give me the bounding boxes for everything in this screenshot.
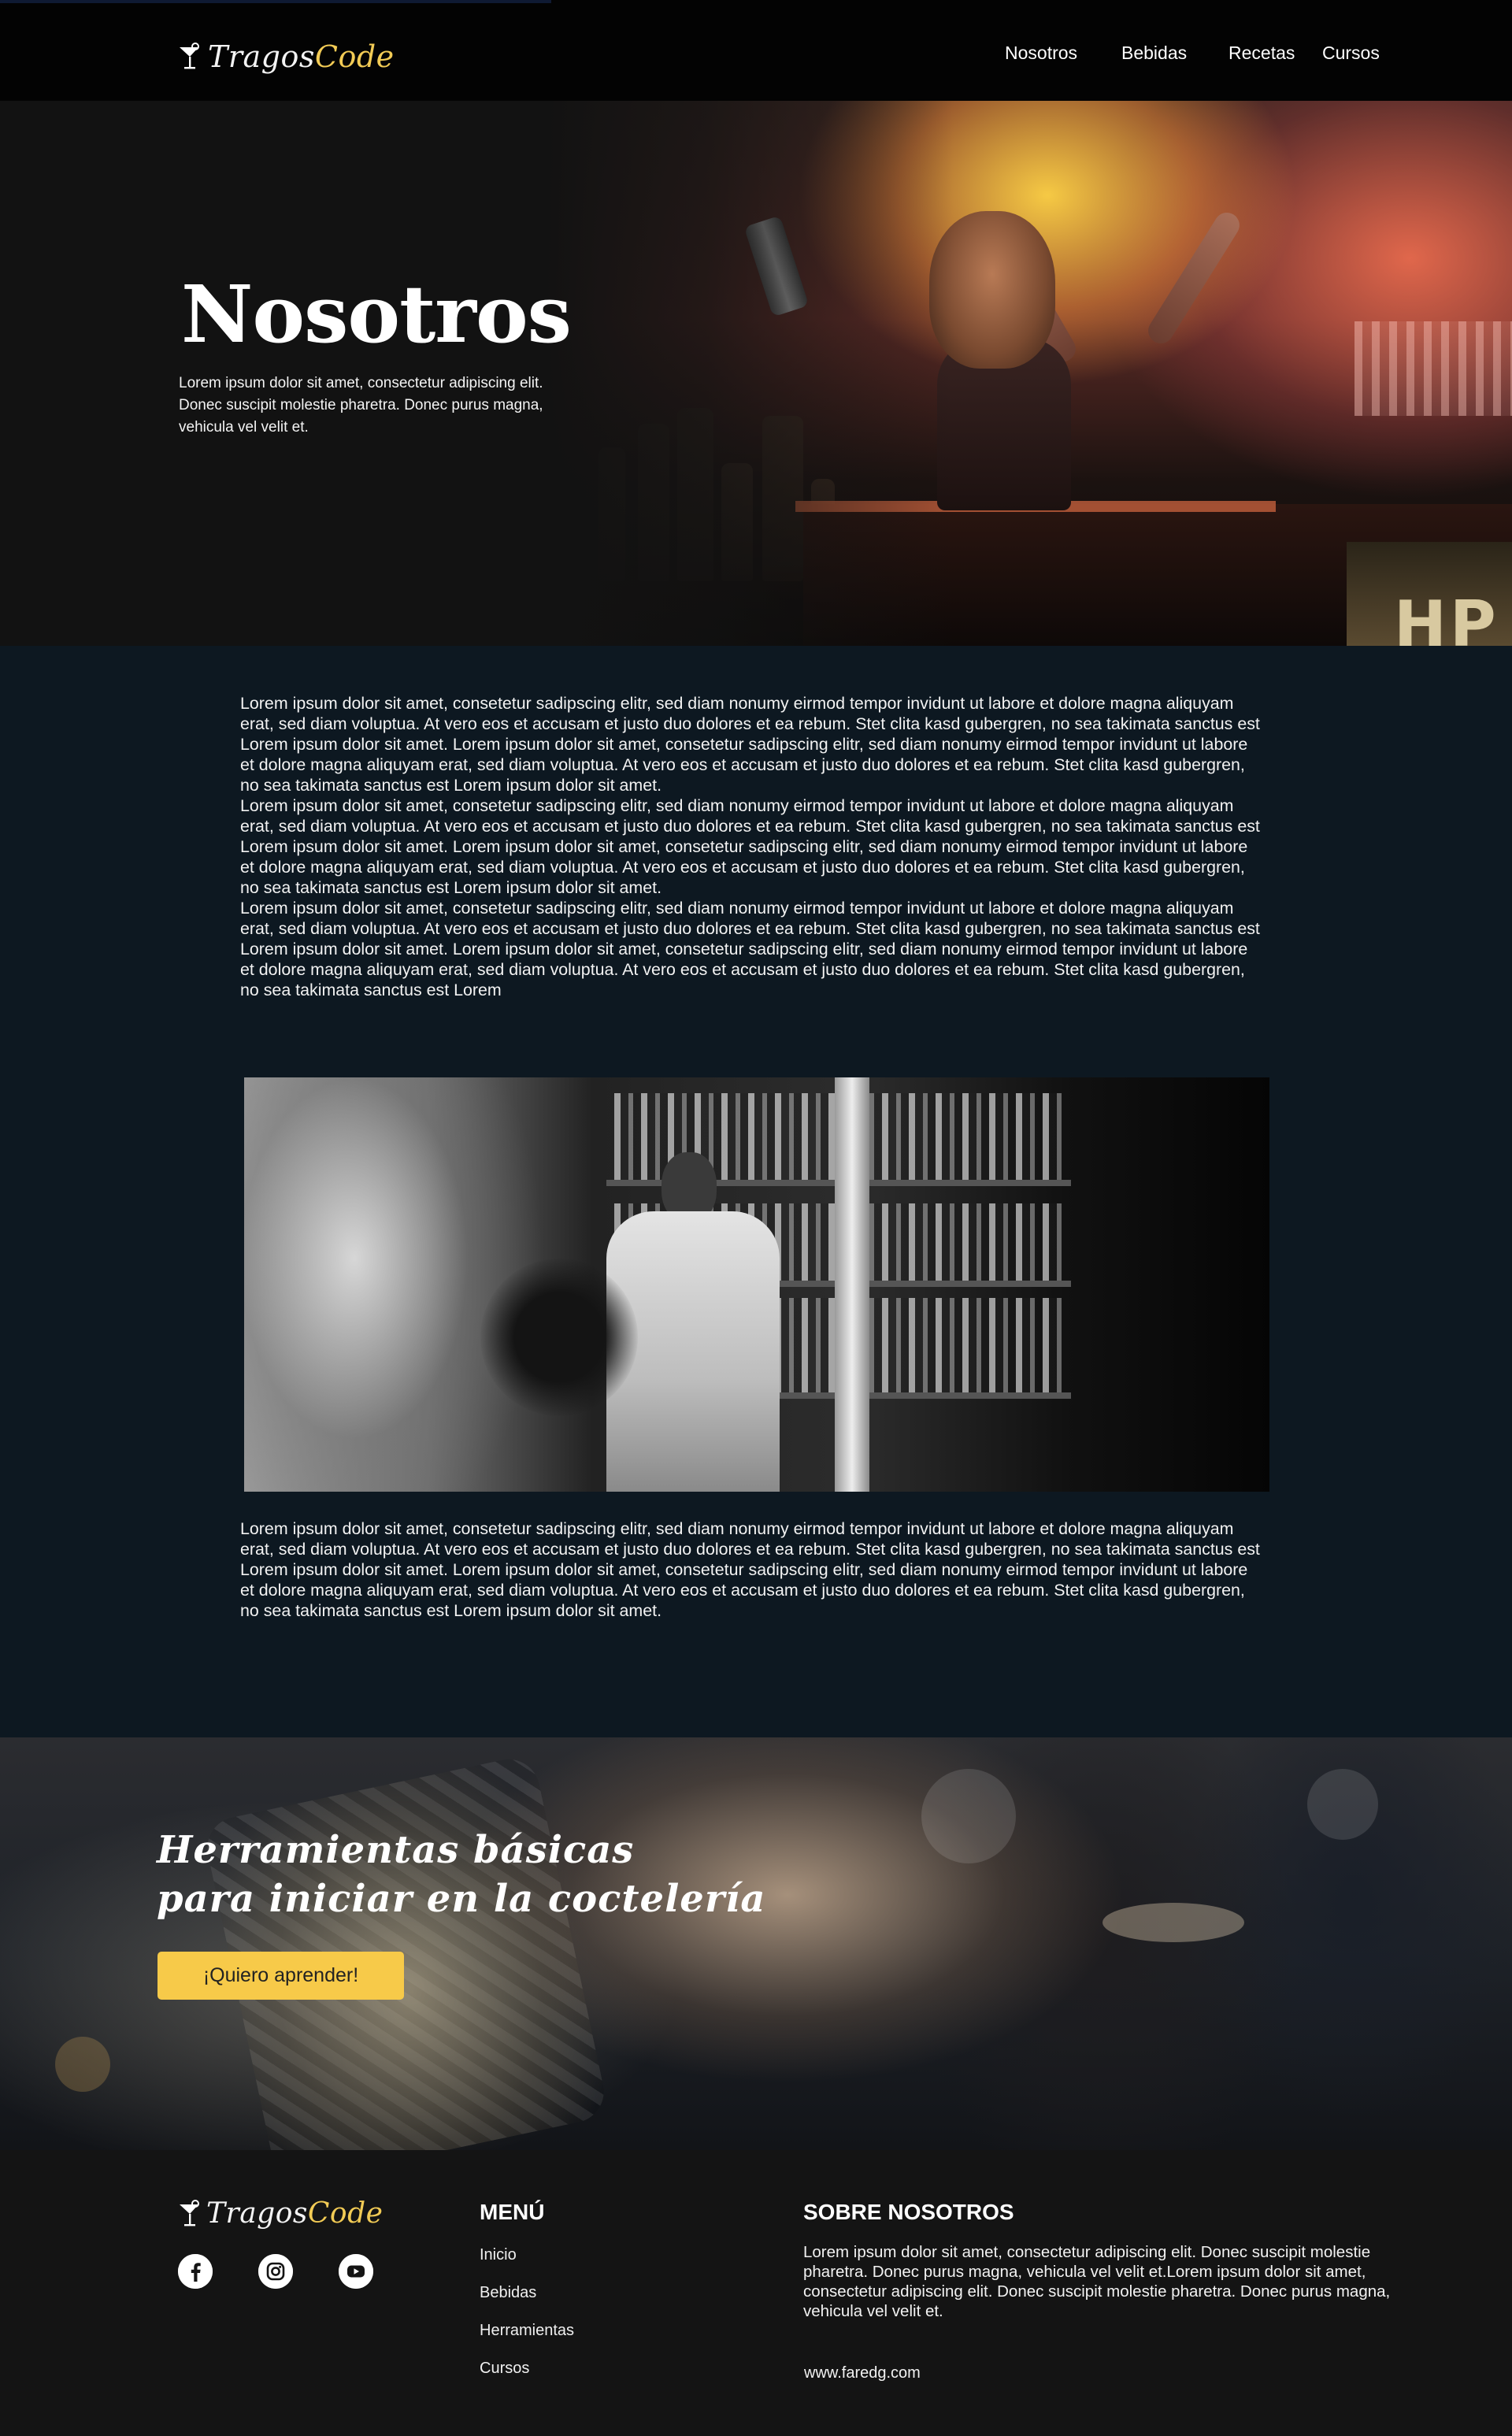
hero-neon-sign: HP xyxy=(1347,542,1512,646)
nav-link-cursos[interactable]: Cursos xyxy=(1322,43,1380,64)
nav-link-nosotros[interactable]: Nosotros xyxy=(1005,43,1077,64)
photo-pillar xyxy=(835,1077,869,1492)
footer-brand-name-part1: Tragos xyxy=(206,2197,308,2230)
tools-cta-section: Herramientas básicas para iniciar en la … xyxy=(0,1737,1512,2150)
hero-section: HP Nosotros Lorem ipsum dolor sit amet, … xyxy=(0,101,1512,646)
nav-link-bebidas[interactable]: Bebidas xyxy=(1121,43,1187,64)
about-paragraph-2: Lorem ipsum dolor sit amet, consetetur s… xyxy=(240,796,1260,897)
cta-bokeh-2 xyxy=(1102,1903,1244,1942)
footer-menu-inicio[interactable]: Inicio xyxy=(480,2246,517,2264)
cta-title-line2: para iniciar en la coctelería xyxy=(157,1877,766,1921)
footer-menu-herramientas[interactable]: Herramientas xyxy=(480,2322,574,2340)
bar-bartender-photo xyxy=(244,1077,1269,1492)
about-paragraph-4: Lorem ipsum dolor sit amet, consetetur s… xyxy=(240,1519,1260,1620)
top-accent-line xyxy=(0,0,551,3)
cta-bokeh-1 xyxy=(921,1769,1016,1863)
footer-menu-cursos[interactable]: Cursos xyxy=(480,2360,529,2378)
cta-title-line1: Herramientas básicas xyxy=(157,1828,635,1872)
facebook-icon[interactable] xyxy=(178,2254,213,2289)
learn-cta-button[interactable]: ¡Quiero aprender! xyxy=(158,1952,404,2000)
about-paragraph-1: Lorem ipsum dolor sit amet, consetetur s… xyxy=(240,694,1260,795)
about-paragraph-3: Lorem ipsum dolor sit amet, consetetur s… xyxy=(240,899,1260,999)
nav-link-recetas[interactable]: Recetas xyxy=(1228,43,1295,64)
cta-bokeh-4 xyxy=(55,2037,110,2092)
footer-website-link[interactable]: www.faredg.com xyxy=(804,2364,921,2382)
footer-about-heading: SOBRE NOSOTROS xyxy=(803,2200,1014,2224)
social-links xyxy=(178,2254,373,2289)
youtube-icon[interactable] xyxy=(339,2254,373,2289)
photo-dark-blur xyxy=(480,1259,638,1416)
footer-brand-name-part2: Code xyxy=(307,2197,384,2230)
nav-links: Nosotros Bebidas Recetas Cursos xyxy=(0,43,1512,66)
footer-menu-heading: MENÚ xyxy=(480,2200,545,2224)
hero-description: Lorem ipsum dolor sit amet, consectetur … xyxy=(179,375,543,436)
footer-brand-name: TragosCode xyxy=(206,2197,383,2230)
hero-neon-sign-text: HP xyxy=(1394,588,1499,646)
about-text-top: Lorem ipsum dolor sit amet, consetetur s… xyxy=(240,693,1264,1000)
footer-menu-bebidas[interactable]: Bebidas xyxy=(480,2284,536,2302)
cocktail-glass-icon xyxy=(180,2199,199,2226)
cta-bokeh-3 xyxy=(1307,1769,1378,1840)
instagram-icon[interactable] xyxy=(258,2254,293,2289)
cta-title: Herramientas básicas para iniciar en la … xyxy=(157,1826,765,1923)
hero-fade-overlay xyxy=(543,101,953,646)
footer-about-text: Lorem ipsum dolor sit amet, consectetur … xyxy=(803,2243,1391,2320)
hero-glasses-shelf xyxy=(1354,321,1512,416)
footer: TragosCode MENÚ Inicio Bebidas Herramien… xyxy=(0,2150,1512,2436)
about-text-bottom: Lorem ipsum dolor sit amet, consetetur s… xyxy=(240,1518,1264,1621)
hero-title: Nosotros xyxy=(181,268,572,361)
about-content-section: Lorem ipsum dolor sit amet, consetetur s… xyxy=(0,646,1512,1737)
footer-brand-logo-link[interactable]: TragosCode xyxy=(178,2197,383,2230)
top-navbar: TragosCode Nosotros Bebidas Recetas Curs… xyxy=(0,0,1512,101)
